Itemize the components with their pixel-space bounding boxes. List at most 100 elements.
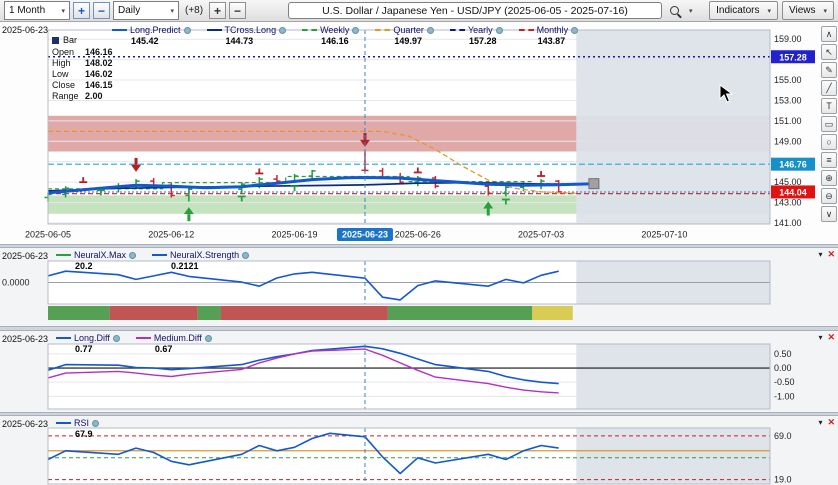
legend-line-marker <box>302 29 317 31</box>
legend-value: 0.77 <box>75 344 120 354</box>
fib-levels-tool-icon[interactable]: ≡ <box>821 152 837 168</box>
interval-select[interactable]: Daily ▾ <box>113 1 179 20</box>
ellipse-tool-icon[interactable]: ○ <box>821 134 837 150</box>
legend-item-monthly[interactable]: Monthly 143.87 <box>519 25 579 46</box>
svg-text:2025-06-26: 2025-06-26 <box>395 230 441 240</box>
low-label: Low <box>52 69 85 79</box>
left-axis-label: 0.0000 <box>2 278 30 288</box>
legend-item-tcross-long[interactable]: TCross.Long 144.73 <box>207 25 287 46</box>
close-label: Close <box>52 80 85 90</box>
legend-line-marker <box>112 29 127 31</box>
svg-text:2025-06-19: 2025-06-19 <box>272 230 318 240</box>
legend-item-yearly[interactable]: Yearly 157.28 <box>450 25 503 46</box>
svg-text:143.00: 143.00 <box>774 198 802 208</box>
svg-text:144.04: 144.04 <box>779 187 807 197</box>
legend-line-marker <box>56 337 71 339</box>
symbol-search: ▾ <box>666 2 693 19</box>
svg-text:0.0000: 0.0000 <box>2 278 30 288</box>
svg-text:159.00: 159.00 <box>774 34 802 44</box>
scroll-up-icon[interactable]: ∧ <box>821 26 837 42</box>
open-value: 146.16 <box>85 47 113 57</box>
legend-item-rsi[interactable]: RSI 67.9 <box>56 418 99 439</box>
svg-text:149.00: 149.00 <box>774 136 802 146</box>
legend-value: 146.16 <box>321 36 359 46</box>
main-legend: Long.Predict 145.42 TCross.Long 144.73 W… <box>112 25 578 46</box>
rsi-chart-canvas[interactable]: 69.019.0 <box>0 416 838 485</box>
legend-item-weekly[interactable]: Weekly 146.16 <box>302 25 359 46</box>
pencil-tool-icon[interactable]: ✎ <box>821 62 837 78</box>
chevron-down-icon: ▾ <box>767 7 771 15</box>
legend-item-quarter[interactable]: Quarter 149.97 <box>375 25 434 46</box>
legend-item-long-predict[interactable]: Long.Predict 145.42 <box>112 25 191 46</box>
legend-info-dot[interactable] <box>205 335 212 342</box>
legend-item-neuralx-max[interactable]: NeuralX.Max 20.2 <box>56 250 136 271</box>
legend-info-dot[interactable] <box>571 27 578 34</box>
legend-info-dot[interactable] <box>129 252 136 259</box>
svg-text:2025-07-10: 2025-07-10 <box>641 230 687 240</box>
panel-splitter[interactable] <box>0 244 838 248</box>
panel-close-icon[interactable]: ✕ <box>827 249 835 260</box>
views-button[interactable]: Views ▾ <box>782 1 834 20</box>
scroll-down-icon[interactable]: ∨ <box>821 206 837 222</box>
period-select-value: 1 Month <box>9 5 45 16</box>
chevron-down-icon: ▾ <box>170 7 174 15</box>
panel-splitter[interactable] <box>0 326 838 331</box>
svg-text:0.50: 0.50 <box>774 349 792 359</box>
legend-line-marker <box>519 29 534 31</box>
legend-item-long-diff[interactable]: Long.Diff 0.77 <box>56 333 120 354</box>
period-zoom-out-button[interactable]: − <box>93 2 110 19</box>
legend-info-dot[interactable] <box>184 27 191 34</box>
legend-info-dot[interactable] <box>92 420 99 427</box>
svg-text:141.00: 141.00 <box>774 218 802 228</box>
add-indicator-button[interactable]: + <box>209 2 226 19</box>
indicators-button[interactable]: Indicators ▾ <box>709 1 778 20</box>
legend-info-dot[interactable] <box>496 27 503 34</box>
svg-text:69.0: 69.0 <box>774 431 792 441</box>
legend-info-dot[interactable] <box>352 27 359 34</box>
open-label: Open <box>52 47 85 57</box>
rectangle-tool-icon[interactable]: ▭ <box>821 116 837 132</box>
panel-splitter[interactable] <box>0 412 838 416</box>
cursor-tool-icon[interactable]: ↖ <box>821 44 837 60</box>
legend-name: Monthly <box>537 25 569 35</box>
zoom-out-icon[interactable]: ⊖ <box>821 188 837 204</box>
svg-text:0.00: 0.00 <box>774 363 792 373</box>
panel-close-icon[interactable]: ✕ <box>827 332 835 343</box>
price-chart-canvas[interactable]: 159.00157.00155.00153.00151.00149.00147.… <box>0 22 838 244</box>
symbol-title-text: U.S. Dollar / Japanese Yen - USD/JPY (20… <box>322 5 628 17</box>
period-zoom-in-button[interactable]: + <box>73 2 90 19</box>
remove-indicator-button[interactable]: − <box>229 2 246 19</box>
legend-line-marker <box>152 254 167 256</box>
signal-strip <box>48 306 573 320</box>
legend-item-neuralx-strength[interactable]: NeuralX.Strength 0.2121 <box>152 250 249 271</box>
prediction-drag-handle[interactable] <box>589 179 599 189</box>
legend-line-marker <box>136 337 151 339</box>
crosshair-date-label: 2025-06-23 <box>2 251 48 261</box>
period-select[interactable]: 1 Month ▾ <box>4 1 70 20</box>
legend-info-dot[interactable] <box>279 27 286 34</box>
legend-line-marker <box>56 422 71 424</box>
panel-collapse-icon[interactable]: ▾ <box>818 333 822 342</box>
legend-info-dot[interactable] <box>113 335 120 342</box>
legend-info-dot[interactable] <box>242 252 249 259</box>
legend-name: Long.Diff <box>74 333 110 343</box>
search-icon[interactable] <box>666 2 683 19</box>
text-tool-icon[interactable]: T <box>821 98 837 114</box>
symbol-title-box[interactable]: U.S. Dollar / Japanese Yen - USD/JPY (20… <box>288 2 662 19</box>
trendline-tool-icon[interactable]: ╱ <box>821 80 837 96</box>
crosshair-date-label: 2025-06-23 <box>2 419 48 429</box>
x-axis-labels: 2025-06-052025-06-122025-06-192025-06-23… <box>25 228 687 241</box>
search-dropdown-icon[interactable]: ▾ <box>689 7 693 15</box>
svg-text:2025-07-03: 2025-07-03 <box>518 230 564 240</box>
panel-collapse-icon[interactable]: ▾ <box>818 418 822 427</box>
legend-item-medium-diff[interactable]: Medium.Diff 0.67 <box>136 333 212 354</box>
svg-text:-0.50: -0.50 <box>774 377 795 387</box>
range-label: Range <box>52 91 85 101</box>
panel-collapse-icon[interactable]: ▾ <box>818 250 822 259</box>
panel-close-icon[interactable]: ✕ <box>827 417 835 428</box>
svg-text:2025-06-05: 2025-06-05 <box>25 230 71 240</box>
mouse-cursor <box>719 84 733 104</box>
legend-value: 144.73 <box>226 36 287 46</box>
zoom-in-icon[interactable]: ⊕ <box>821 170 837 186</box>
legend-info-dot[interactable] <box>427 27 434 34</box>
